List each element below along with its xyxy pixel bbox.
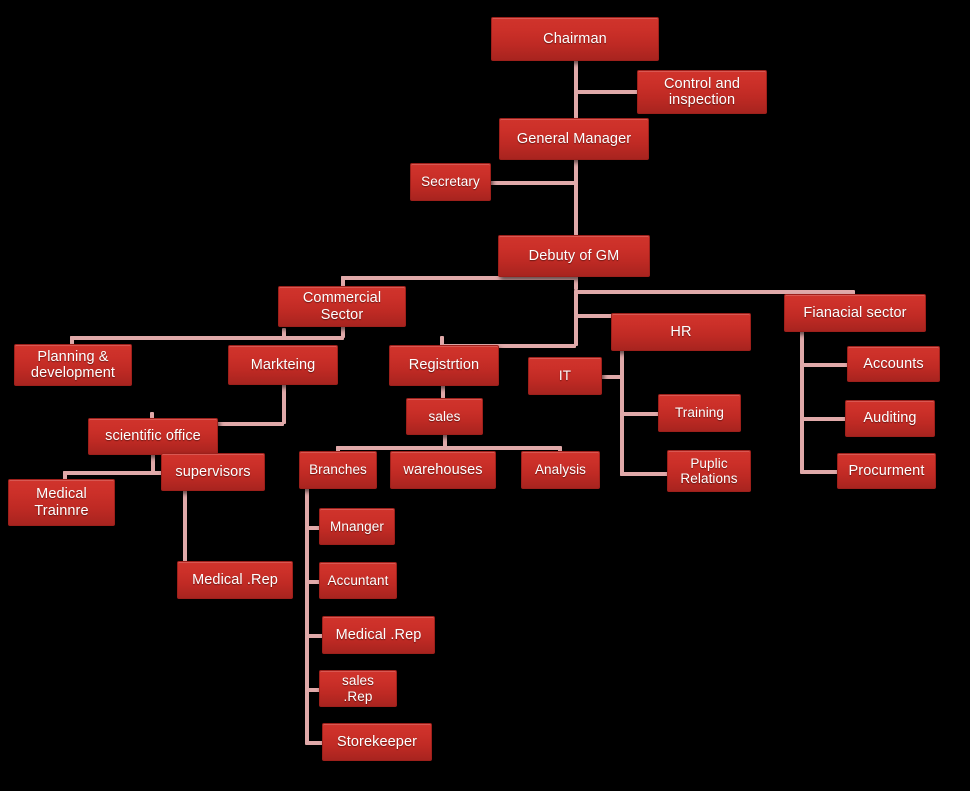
connector-line bbox=[620, 412, 662, 416]
org-node-registrtion[interactable]: Registrtion bbox=[389, 345, 499, 386]
org-node-auditing[interactable]: Auditing bbox=[845, 400, 935, 437]
org-node-accounts[interactable]: Accounts bbox=[847, 346, 940, 382]
org-node-commercial[interactable]: Commercial Sector bbox=[278, 286, 406, 327]
connector-line bbox=[800, 470, 840, 474]
org-node-medical_rep_2[interactable]: Medical .Rep bbox=[322, 616, 435, 654]
connector-line bbox=[336, 446, 560, 450]
org-node-medical_tr[interactable]: Medical Trainnre bbox=[8, 479, 115, 526]
org-node-planning[interactable]: Planning & development bbox=[14, 344, 132, 386]
org-node-debuty_gm[interactable]: Debuty of GM bbox=[498, 235, 650, 277]
connector-line bbox=[282, 384, 286, 424]
org-node-warehouses[interactable]: warehouses bbox=[390, 451, 496, 489]
org-node-secretary[interactable]: Secretary bbox=[410, 163, 491, 201]
connector-line bbox=[574, 90, 639, 94]
org-node-hr[interactable]: HR bbox=[611, 313, 751, 351]
connector-line bbox=[800, 363, 850, 367]
connector-line bbox=[800, 330, 804, 472]
connector-line bbox=[800, 417, 848, 421]
org-node-accuntant[interactable]: Accuntant bbox=[319, 562, 397, 599]
org-node-procurment[interactable]: Procurment bbox=[837, 453, 936, 489]
connector-line bbox=[282, 328, 286, 338]
org-node-financial[interactable]: Fianacial sector bbox=[784, 294, 926, 332]
connector-line bbox=[151, 453, 155, 473]
connector-line bbox=[574, 290, 578, 316]
connector-line bbox=[620, 472, 671, 476]
org-node-control[interactable]: Control and inspection bbox=[637, 70, 767, 114]
connector-line bbox=[341, 326, 345, 338]
org-node-training[interactable]: Training bbox=[658, 394, 741, 432]
org-node-scientific[interactable]: scientific office bbox=[88, 418, 218, 455]
connector-line bbox=[574, 158, 578, 237]
org-node-puplic_rel[interactable]: Puplic Relations bbox=[667, 450, 751, 492]
org-node-markteing[interactable]: Markteing bbox=[228, 345, 338, 385]
org-node-general_mgr[interactable]: General Manager bbox=[499, 118, 649, 160]
org-node-sales[interactable]: sales bbox=[406, 398, 483, 435]
org-node-supervisors[interactable]: supervisors bbox=[161, 453, 265, 491]
connector-line bbox=[574, 314, 578, 346]
org-node-medical_rep_1[interactable]: Medical .Rep bbox=[177, 561, 293, 599]
org-node-storekeeper[interactable]: Storekeeper bbox=[322, 723, 432, 761]
org-node-analysis[interactable]: Analysis bbox=[521, 451, 600, 489]
org-node-chairman[interactable]: Chairman bbox=[491, 17, 659, 61]
connector-line bbox=[489, 181, 576, 185]
org-node-sales_rep[interactable]: sales .Rep bbox=[319, 670, 397, 707]
org-node-branches[interactable]: Branches bbox=[299, 451, 377, 489]
org-chart-canvas: Chairman Control and inspection General Ma… bbox=[0, 0, 970, 791]
org-node-mnanger[interactable]: Mnanger bbox=[319, 508, 395, 545]
org-node-it[interactable]: IT bbox=[528, 357, 602, 395]
connector-line bbox=[70, 336, 344, 340]
